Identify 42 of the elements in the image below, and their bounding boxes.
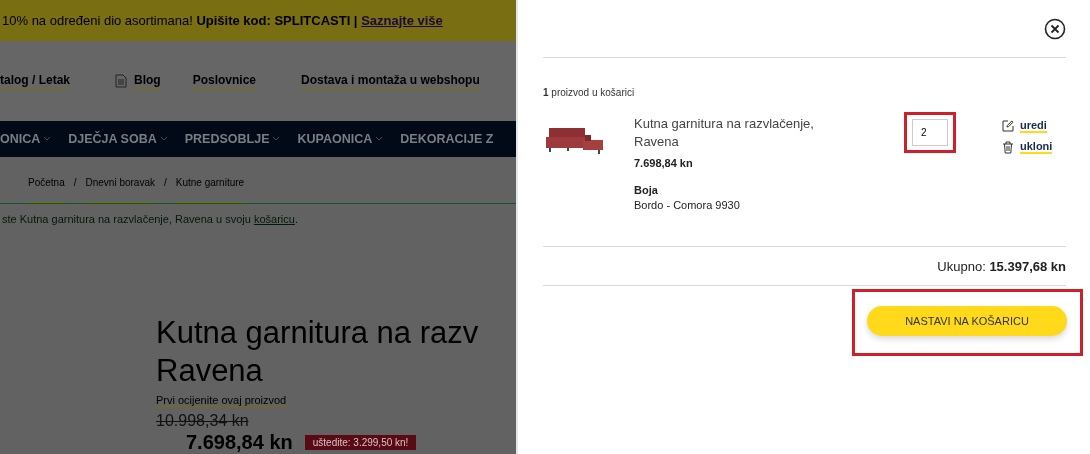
- close-icon[interactable]: [1044, 17, 1066, 40]
- header-link[interactable]: Poslovnice: [192, 73, 257, 90]
- checkout-button[interactable]: NASTAVI NA KOŠARICU: [867, 306, 1067, 336]
- breadcrumb-link[interactable]: Dnevni boravak: [85, 177, 155, 203]
- document-icon: [115, 74, 127, 89]
- old-price: 10.998,34 kn: [156, 412, 250, 430]
- cart-link[interactable]: košaricu: [253, 212, 295, 225]
- chevron-icon: [159, 136, 168, 142]
- quantity-field[interactable]: 2: [912, 119, 948, 146]
- edit-icon: [1002, 120, 1014, 132]
- attribute-label: Boja: [634, 184, 659, 196]
- nav-item[interactable]: ONICA: [0, 132, 52, 146]
- cart-total: Ukupno: 15.397,68 kn: [937, 258, 1066, 274]
- item-price: 7.698,84 kn: [634, 157, 694, 169]
- chevron-icon: [272, 136, 281, 142]
- item-name[interactable]: Kutna garnitura na razvlačenje, Ravena: [634, 115, 854, 151]
- chevron-icon: [43, 136, 52, 142]
- success-message: ste Kutna garnitura na razvlačenje, Ravena u svoju košaricu.: [2, 212, 298, 225]
- breadcrumb-link[interactable]: Kutne garniture: [175, 177, 245, 203]
- product-title: Ravena: [156, 352, 264, 390]
- nav-item[interactable]: DJEČJA SOBA: [68, 132, 168, 146]
- promo-text: 10% na određeni dio asortimana! Upišite kod: SPLITCASTI | Saznajte više: [2, 13, 443, 29]
- breadcrumb-separator: /: [73, 177, 77, 191]
- attribute-value: Bordo - Comora 9930: [634, 199, 741, 211]
- nav-item[interactable]: KUPAONICA: [297, 132, 384, 146]
- cart-count: 1 proizvod u košarici: [543, 87, 636, 98]
- learn-more-link[interactable]: Saznajte više: [361, 13, 443, 29]
- rating-link[interactable]: Prvi ocijenite ovaj proizvod: [156, 394, 287, 407]
- breadcrumb-separator: /: [163, 177, 167, 191]
- nav-item[interactable]: PREDSOBLJE: [184, 132, 281, 146]
- product-title: Kutna garnitura na razv: [156, 314, 480, 352]
- remove-link[interactable]: ukloni: [1002, 140, 1053, 154]
- header-link[interactable]: Blog: [134, 73, 161, 90]
- trash-icon: [1002, 140, 1014, 154]
- header-link[interactable]: Dostava i montaža u webshopu: [301, 73, 480, 90]
- savings-badge: uštedite: 3.299,50 kn!: [304, 435, 417, 450]
- price: 7.698,84 kn: [186, 431, 293, 454]
- nav-item[interactable]: DEKORACIJE Z: [400, 132, 494, 146]
- header-link[interactable]: talog / Letak: [0, 73, 70, 90]
- edit-link[interactable]: uredi: [1002, 119, 1053, 133]
- chevron-icon: [375, 136, 384, 142]
- breadcrumb-link[interactable]: Početna: [28, 177, 65, 203]
